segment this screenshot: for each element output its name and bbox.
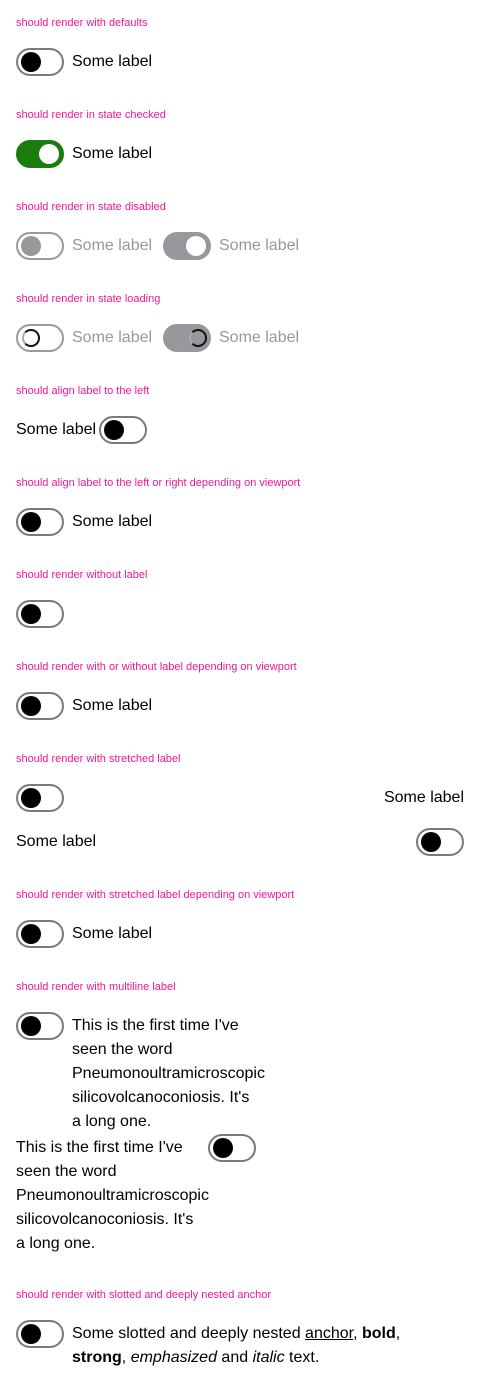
switch-multiline-left[interactable] bbox=[208, 1134, 256, 1162]
switch-knob bbox=[21, 1016, 41, 1036]
heading-disabled: should render in state disabled bbox=[16, 201, 166, 213]
text: , bbox=[395, 1325, 401, 1342]
spinner-icon bbox=[22, 329, 40, 347]
heading-label-viewport: should render with or without label depe… bbox=[16, 661, 297, 673]
heading-slotted: should render with slotted and deeply ne… bbox=[16, 1289, 272, 1301]
switch-disabled bbox=[16, 232, 64, 260]
switch-stretched[interactable] bbox=[16, 784, 64, 812]
heading-no-label: should render without label bbox=[16, 569, 148, 581]
switch-multiline[interactable] bbox=[16, 1012, 64, 1040]
heading-loading: should render in state loading bbox=[16, 293, 161, 305]
switch-label: Some label bbox=[72, 697, 153, 714]
switch-knob bbox=[104, 420, 124, 440]
switch-knob bbox=[21, 696, 41, 716]
switch-label: Some label bbox=[383, 789, 464, 806]
switch-label-viewport[interactable] bbox=[16, 692, 64, 720]
switch-stretched-left[interactable] bbox=[416, 828, 464, 856]
heading-align-left: should align label to the left bbox=[16, 385, 150, 397]
switch-loading-checked bbox=[163, 324, 211, 352]
switch-knob bbox=[39, 144, 59, 164]
text: text. bbox=[284, 1349, 320, 1366]
text: Some slotted and deeply nested bbox=[72, 1325, 306, 1342]
switch-knob bbox=[21, 924, 41, 944]
italic-text: italic bbox=[252, 1349, 285, 1366]
strong-text: strong bbox=[72, 1349, 122, 1366]
switch-label: Some label bbox=[16, 421, 97, 438]
switch-knob bbox=[21, 604, 41, 624]
text: , bbox=[353, 1325, 362, 1342]
switch-disabled-checked bbox=[163, 232, 211, 260]
switch-slotted[interactable] bbox=[16, 1320, 64, 1348]
switch-knob bbox=[21, 512, 41, 532]
switch-checked[interactable] bbox=[16, 140, 64, 168]
switch-knob bbox=[21, 788, 41, 808]
nested-anchor[interactable]: anchor bbox=[305, 1325, 353, 1342]
switch-knob bbox=[21, 1324, 41, 1344]
heading-stretched-viewport: should render with stretched label depen… bbox=[16, 889, 295, 901]
switch-label: Some label bbox=[219, 329, 300, 346]
text: , bbox=[121, 1349, 127, 1366]
text: and bbox=[216, 1349, 253, 1366]
heading-defaults: should render with defaults bbox=[16, 17, 148, 29]
switch-knob bbox=[213, 1138, 233, 1158]
switch-label-multiline: This is the first time I've seen the wor… bbox=[16, 1139, 209, 1252]
switch-label: Some label bbox=[72, 53, 153, 70]
switch-label: Some label bbox=[219, 237, 300, 254]
switch-label: Some label bbox=[72, 329, 153, 346]
switch-align-viewport[interactable] bbox=[16, 508, 64, 536]
switch-knob bbox=[21, 236, 41, 256]
switch-label: Some label bbox=[72, 925, 153, 942]
heading-stretched: should render with stretched label bbox=[16, 753, 181, 765]
spinner-icon bbox=[189, 329, 207, 347]
switch-loading bbox=[16, 324, 64, 352]
heading-align-viewport: should align label to the left or right … bbox=[16, 477, 301, 489]
switch-stretched-viewport[interactable] bbox=[16, 920, 64, 948]
switch-label: Some label bbox=[72, 237, 153, 254]
emphasized-text: emphasized bbox=[130, 1349, 217, 1366]
switch-default[interactable] bbox=[16, 48, 64, 76]
switch-label-slotted: Some slotted and deeply nested anchor, b… bbox=[72, 1322, 452, 1370]
switch-no-label[interactable] bbox=[16, 600, 64, 628]
switch-knob bbox=[186, 236, 206, 256]
bold-text: bold bbox=[361, 1325, 396, 1342]
switch-label-left[interactable] bbox=[99, 416, 147, 444]
heading-checked: should render in state checked bbox=[16, 109, 166, 121]
switch-label: Some label bbox=[72, 513, 153, 530]
heading-multiline: should render with multiline label bbox=[16, 981, 176, 993]
switch-label: Some label bbox=[16, 833, 97, 850]
switch-knob bbox=[21, 52, 41, 72]
switch-knob bbox=[421, 832, 441, 852]
switch-label-multiline: This is the first time I've seen the wor… bbox=[72, 1017, 265, 1130]
switch-label: Some label bbox=[72, 145, 153, 162]
